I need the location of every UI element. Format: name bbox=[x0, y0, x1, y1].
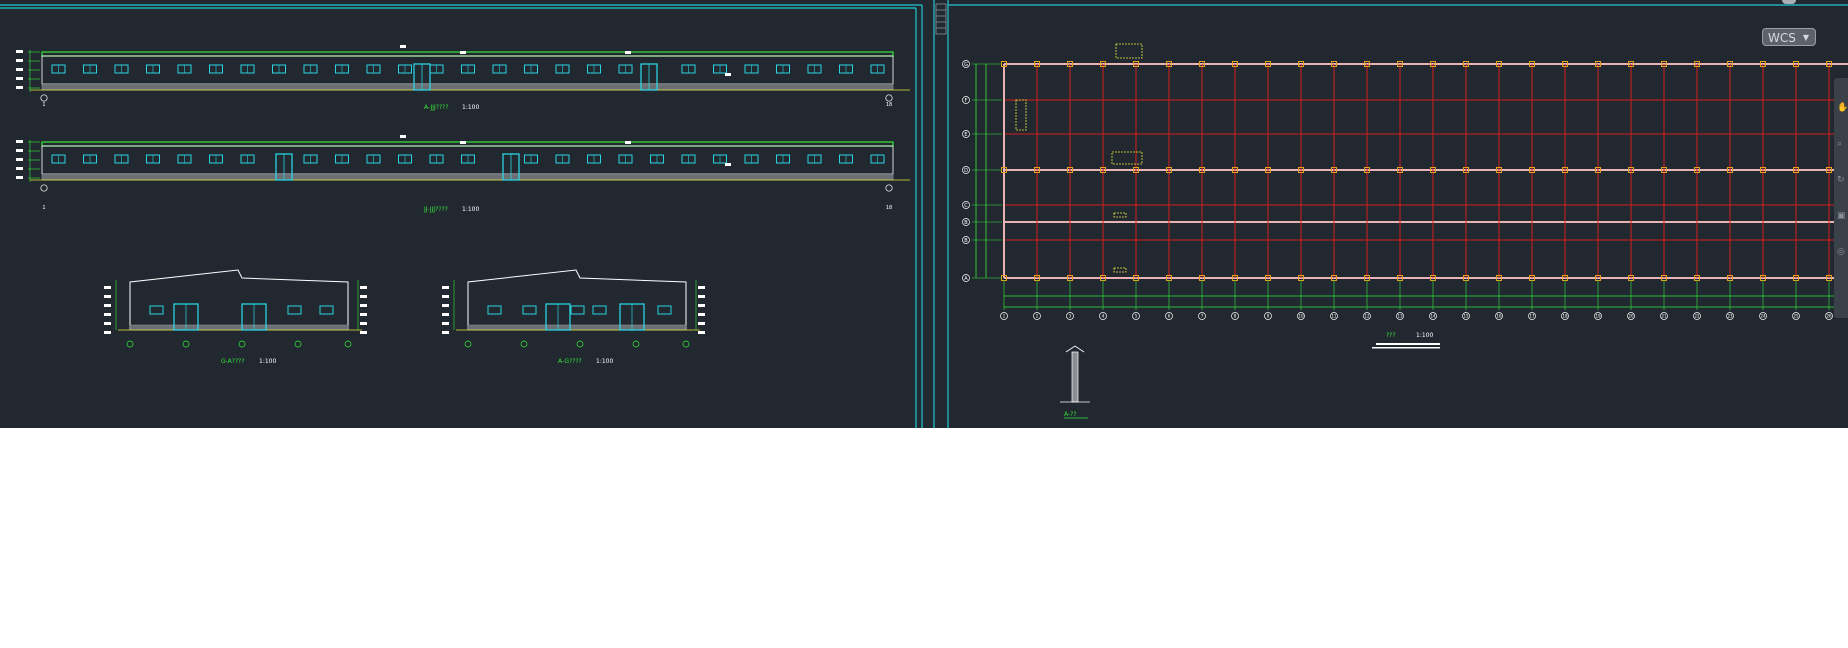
detail-title: A-?? bbox=[1064, 411, 1077, 418]
col-axis-label: 6 bbox=[1168, 314, 1171, 319]
cad-viewport[interactable]: A-JJJ???? 1:100 JJ-JJJ???? 1:100 G-A????… bbox=[0, 0, 1848, 428]
long-elevation bbox=[16, 45, 910, 102]
col-axis-label: 14 bbox=[1430, 314, 1436, 319]
view-scale-2: 1:100 bbox=[462, 206, 479, 213]
title-block-strip bbox=[935, 3, 947, 35]
col-axis-label: 26 bbox=[1826, 314, 1832, 319]
col-axis-label: 12 bbox=[1364, 314, 1370, 319]
wall-detail bbox=[1060, 345, 1090, 419]
view-title-2: JJ-JJJ???? bbox=[423, 206, 448, 213]
framing-plan bbox=[972, 43, 1848, 349]
col-axis-label: 17 bbox=[1529, 314, 1535, 319]
row-axis-label: B bbox=[964, 220, 968, 226]
viewcube-corner[interactable] bbox=[1782, 0, 1796, 4]
col-axis-label: 8 bbox=[1234, 314, 1237, 319]
view-scale-3: 1:100 bbox=[259, 358, 276, 365]
col-axis-label: 7 bbox=[1201, 314, 1204, 319]
view-title-3: G-A???? bbox=[221, 358, 245, 365]
col-axis-label: 25 bbox=[1793, 314, 1799, 319]
axis-label-end-2: 18 bbox=[886, 205, 892, 211]
col-axis-label: 22 bbox=[1694, 314, 1700, 319]
col-axis-label: 1 bbox=[1003, 314, 1006, 319]
wcs-label: WCS bbox=[1768, 31, 1796, 45]
pan-icon[interactable]: ✋ bbox=[1837, 104, 1848, 113]
drawing-canvas[interactable]: A-JJJ???? 1:100 JJ-JJJ???? 1:100 G-A????… bbox=[0, 0, 1848, 428]
row-axis-label: E bbox=[964, 132, 967, 138]
view-scale-4: 1:100 bbox=[596, 358, 613, 365]
col-axis-label: 11 bbox=[1331, 314, 1337, 319]
zoom-icon[interactable]: ⌕ bbox=[1837, 140, 1846, 149]
col-axis-label: 24 bbox=[1760, 314, 1766, 319]
row-axis-label: A bbox=[964, 276, 968, 282]
col-axis-label: 10 bbox=[1298, 314, 1304, 319]
col-axis-label: 18 bbox=[1562, 314, 1568, 319]
col-axis-label: 9 bbox=[1267, 314, 1270, 319]
wcs-button[interactable]: WCS ▼ bbox=[1762, 28, 1816, 46]
plan-title: ??? bbox=[1386, 332, 1396, 339]
view-scale-1: 1:100 bbox=[462, 104, 479, 111]
col-axis-label: 19 bbox=[1595, 314, 1601, 319]
axis-label-end-1: 18 bbox=[886, 102, 892, 108]
gable-elevation bbox=[442, 269, 705, 348]
plan-scale: 1:100 bbox=[1416, 332, 1433, 339]
col-axis-label: 15 bbox=[1463, 314, 1469, 319]
col-axis-label: 20 bbox=[1628, 314, 1634, 319]
chevron-down-icon: ▼ bbox=[1802, 33, 1809, 42]
col-axis-label: 3 bbox=[1069, 314, 1072, 319]
orbit-icon[interactable]: ↻ bbox=[1837, 176, 1846, 185]
navigation-bar[interactable]: ✋ ⌕ ↻ ▣ ◎ bbox=[1834, 78, 1848, 318]
showmotion-icon[interactable]: ▣ bbox=[1837, 212, 1846, 221]
left-elevations bbox=[16, 45, 910, 348]
col-axis-label: 13 bbox=[1397, 314, 1403, 319]
right-plan bbox=[972, 43, 1848, 419]
row-axis-label: B bbox=[964, 238, 968, 244]
gable-elevation bbox=[104, 269, 367, 348]
col-axis-label: 21 bbox=[1661, 314, 1667, 319]
row-axis-label: F bbox=[965, 98, 968, 104]
axis-label-start-1: 1 bbox=[42, 102, 45, 108]
row-axis-label: G bbox=[964, 62, 968, 68]
long-elevation bbox=[16, 135, 910, 192]
axis-label-start-2: 1 bbox=[42, 205, 45, 211]
col-axis-label: 4 bbox=[1102, 314, 1105, 319]
col-axis-label: 23 bbox=[1727, 314, 1733, 319]
col-axis-label: 16 bbox=[1496, 314, 1502, 319]
row-axis-label: D bbox=[964, 168, 968, 174]
row-axis-label: C bbox=[964, 203, 968, 209]
view-title-4: A-G???? bbox=[558, 358, 582, 365]
col-axis-label: 5 bbox=[1135, 314, 1138, 319]
view-title-1: A-JJJ???? bbox=[424, 104, 449, 111]
col-axis-label: 2 bbox=[1036, 314, 1039, 319]
steering-wheel-icon[interactable]: ◎ bbox=[1837, 248, 1846, 257]
